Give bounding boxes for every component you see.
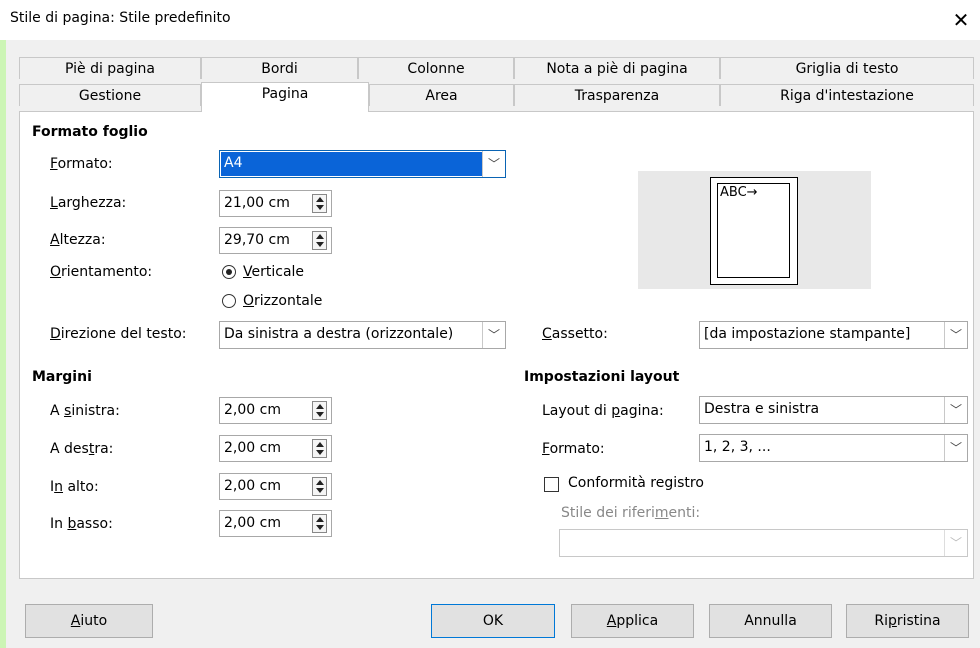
title-bar: Stile di pagina: Stile predefinito ✕ <box>0 0 980 40</box>
tab-trasparenza[interactable]: Trasparenza <box>514 84 720 106</box>
cassetto-label: Cassetto: <box>542 326 608 342</box>
margine-sinistra-label: A sinistra: <box>50 403 120 419</box>
spin-buttons-icon[interactable] <box>312 477 327 496</box>
layout-pagina-select[interactable]: Destra e sinistra ﹀ <box>699 396 968 424</box>
tab-riga-d-intestazione[interactable]: Riga d'intestazione <box>720 84 974 106</box>
chevron-down-icon[interactable]: ﹀ <box>482 322 505 348</box>
spin-buttons-icon[interactable] <box>312 439 327 458</box>
altezza-value: 29,70 cm <box>224 232 290 248</box>
larghezza-spinbox[interactable]: 21,00 cm <box>219 190 332 217</box>
verticale-label[interactable]: Verticale <box>243 264 304 280</box>
chevron-down-icon: ﹀ <box>944 530 967 556</box>
tab-nota-a-pie-di-pagina[interactable]: Nota a piè di pagina <box>514 57 720 79</box>
conformita-registro-checkbox[interactable] <box>544 477 559 492</box>
direzione-value: Da sinistra a destra (orizzontale) <box>224 326 454 342</box>
chevron-down-icon[interactable]: ﹀ <box>482 151 505 177</box>
page-preview-text: ABC→ <box>720 185 758 200</box>
spin-buttons-icon[interactable] <box>312 231 327 250</box>
orizzontale-label[interactable]: Orizzontale <box>243 293 322 309</box>
spin-buttons-icon[interactable] <box>312 194 327 213</box>
altezza-spinbox[interactable]: 29,70 cm <box>219 227 332 254</box>
tab-pagina[interactable]: Pagina <box>201 82 369 112</box>
ok-button[interactable]: OK <box>431 604 555 638</box>
tab-bordi[interactable]: Bordi <box>201 57 358 79</box>
tab-griglia-di-testo[interactable]: Griglia di testo <box>720 57 974 79</box>
margine-alto-label: In alto: <box>50 479 99 495</box>
layout-pagina-label: Layout di pagina: <box>542 403 664 419</box>
margine-basso-spinbox[interactable]: 2,00 cm <box>219 510 332 537</box>
margine-destra-value: 2,00 cm <box>224 440 281 456</box>
tab-gestione[interactable]: Gestione <box>19 84 201 106</box>
formato-value: A4 <box>224 155 243 171</box>
margine-alto-value: 2,00 cm <box>224 478 281 494</box>
selection-highlight <box>221 152 482 176</box>
section-formato-foglio: Formato foglio <box>32 124 148 140</box>
stile-riferimenti-label: Stile dei riferimenti: <box>561 505 701 521</box>
chevron-down-icon[interactable]: ﹀ <box>944 435 967 461</box>
aiuto-button[interactable]: Aiuto <box>25 604 153 638</box>
orientamento-label: Orientamento: <box>50 264 153 280</box>
cassetto-select[interactable]: [da impostazione stampante] ﹀ <box>699 321 968 349</box>
window-title: Stile di pagina: Stile predefinito <box>10 10 231 26</box>
radio-verticale[interactable] <box>222 265 236 279</box>
formato-label: Formato: <box>50 156 113 172</box>
chevron-down-icon[interactable]: ﹀ <box>944 397 967 423</box>
stile-riferimenti-select: ﹀ <box>559 529 968 557</box>
layout-formato-label: Formato: <box>542 441 605 457</box>
background-strip <box>0 0 6 648</box>
layout-formato-value: 1, 2, 3, ... <box>704 439 771 455</box>
tab-colonne[interactable]: Colonne <box>358 57 514 79</box>
margine-sinistra-spinbox[interactable]: 2,00 cm <box>219 397 332 424</box>
ripristina-button[interactable]: Ripristina <box>846 604 969 638</box>
larghezza-label: Larghezza: <box>50 195 127 211</box>
radio-orizzontale[interactable] <box>222 294 236 308</box>
layout-pagina-value: Destra e sinistra <box>704 401 820 417</box>
section-impostazioni-layout: Impostazioni layout <box>524 369 680 385</box>
margine-destra-label: A destra: <box>50 441 114 457</box>
annulla-button[interactable]: Annulla <box>709 604 832 638</box>
tab-area[interactable]: Area <box>369 84 514 106</box>
section-margini: Margini <box>32 369 92 385</box>
layout-formato-select[interactable]: 1, 2, 3, ... ﹀ <box>699 434 968 462</box>
altezza-label: Altezza: <box>50 232 106 248</box>
margine-basso-label: In basso: <box>50 516 113 532</box>
chevron-down-icon[interactable]: ﹀ <box>944 322 967 348</box>
cassetto-value: [da impostazione stampante] <box>704 326 911 342</box>
spin-buttons-icon[interactable] <box>312 401 327 420</box>
tab-pie-di-pagina[interactable]: Piè di pagina <box>19 57 201 79</box>
direzione-label: Direzione del testo: <box>50 326 187 342</box>
margine-alto-spinbox[interactable]: 2,00 cm <box>219 473 332 500</box>
margine-sinistra-value: 2,00 cm <box>224 402 281 418</box>
close-icon[interactable]: ✕ <box>949 6 973 34</box>
margine-basso-value: 2,00 cm <box>224 515 281 531</box>
larghezza-value: 21,00 cm <box>224 195 290 211</box>
applica-button[interactable]: Applica <box>571 604 694 638</box>
direzione-select[interactable]: Da sinistra a destra (orizzontale) ﹀ <box>219 321 506 349</box>
spin-buttons-icon[interactable] <box>312 514 327 533</box>
margine-destra-spinbox[interactable]: 2,00 cm <box>219 435 332 462</box>
formato-select[interactable]: A4 ﹀ <box>219 150 506 178</box>
conformita-registro-label[interactable]: Conformità registro <box>568 475 704 491</box>
